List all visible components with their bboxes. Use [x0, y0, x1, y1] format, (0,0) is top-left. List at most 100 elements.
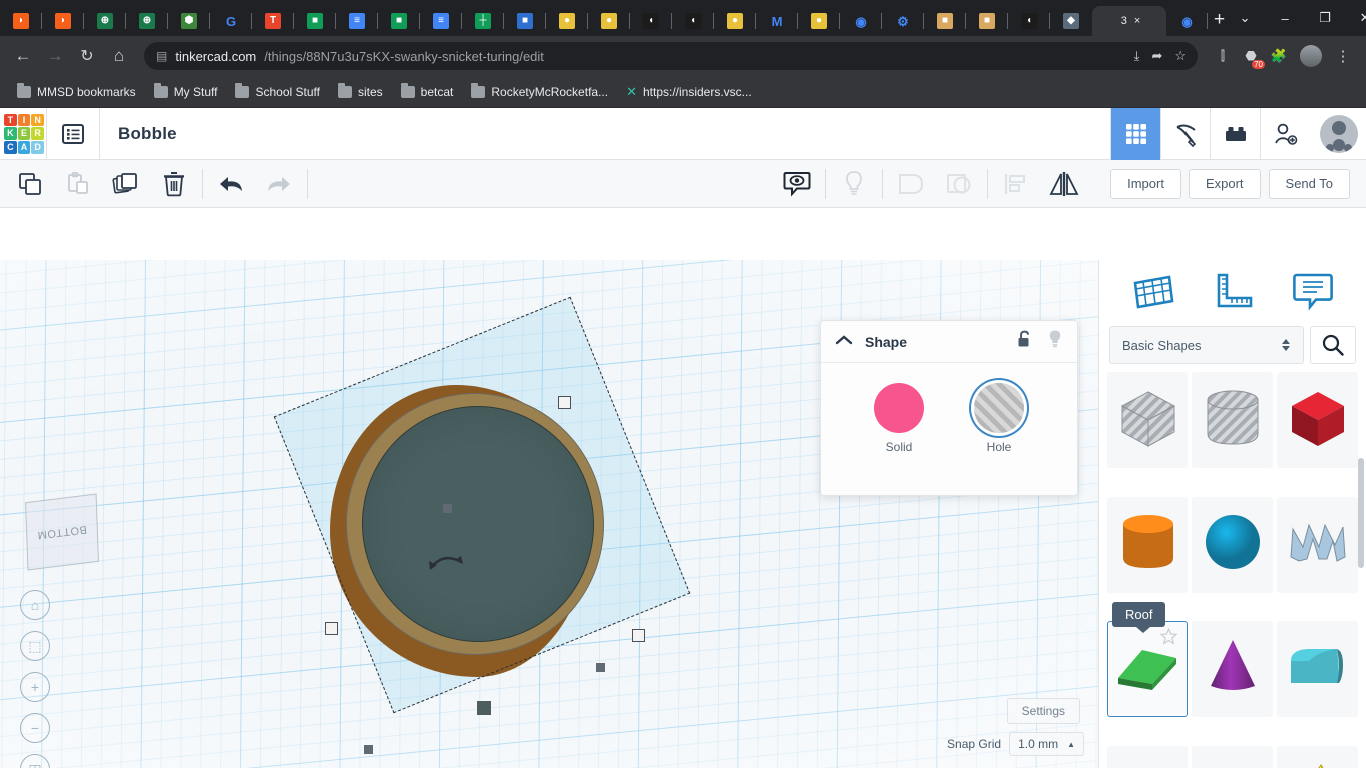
align-button[interactable]: [992, 161, 1040, 207]
browser-tab[interactable]: ◖: [1008, 6, 1050, 36]
back-icon[interactable]: ←: [8, 41, 38, 71]
hole-color-swatch[interactable]: [974, 383, 1024, 433]
mirror-button[interactable]: [1040, 161, 1088, 207]
midpoint-handle-left[interactable]: [364, 745, 373, 754]
forward-icon[interactable]: →: [40, 41, 70, 71]
rotate-handle-icon[interactable]: [425, 550, 473, 580]
shape-item-pyramid[interactable]: [1277, 745, 1358, 768]
browser-tab[interactable]: ≡: [336, 6, 378, 36]
browser-tab[interactable]: G: [210, 6, 252, 36]
show-hide-button[interactable]: [773, 161, 821, 207]
bookmark-item[interactable]: ✕ https://insiders.vsc...: [619, 81, 759, 103]
solid-swatch[interactable]: Solid: [874, 383, 924, 454]
browser-tab[interactable]: ◖: [672, 6, 714, 36]
bookmark-item[interactable]: School Stuff: [228, 82, 327, 102]
paste-button[interactable]: [54, 161, 102, 207]
new-tab-button[interactable]: +: [1214, 6, 1225, 34]
download-icon[interactable]: ⤓: [1134, 48, 1140, 64]
browser-tab-extra[interactable]: ◉: [1166, 6, 1208, 36]
share-icon[interactable]: ➦: [1151, 48, 1162, 64]
resize-handle-right[interactable]: [632, 629, 645, 642]
import-button[interactable]: Import: [1110, 168, 1181, 199]
chevron-up-icon[interactable]: [835, 333, 853, 351]
browser-tab[interactable]: ◖: [630, 6, 672, 36]
minimize-icon[interactable]: –: [1265, 2, 1305, 34]
bookmark-item[interactable]: betcat: [394, 82, 461, 102]
center-height-handle[interactable]: [477, 701, 491, 715]
browser-tab[interactable]: ■: [294, 6, 336, 36]
invite-tab[interactable]: [1260, 107, 1310, 160]
browser-tab[interactable]: ≡: [420, 6, 462, 36]
shape-item-cylinder[interactable]: [1107, 496, 1188, 593]
maximize-icon[interactable]: ❐: [1305, 2, 1345, 34]
shape-item-half-cylinder[interactable]: [1277, 621, 1358, 717]
browser-tab[interactable]: ⊕: [84, 6, 126, 36]
browser-tab[interactable]: ⊕: [126, 6, 168, 36]
bookmark-item[interactable]: RocketyMcRocketfa...: [464, 82, 615, 102]
document-title[interactable]: Bobble: [118, 124, 177, 144]
reload-icon[interactable]: ↻: [72, 41, 102, 71]
list-menu-icon[interactable]: [47, 108, 99, 160]
library-scrollbar[interactable]: [1358, 372, 1364, 768]
lightbulb-icon[interactable]: [1047, 329, 1063, 354]
browser-tab[interactable]: ⚙: [882, 6, 924, 36]
home-icon[interactable]: ⌂: [104, 41, 134, 71]
close-icon[interactable]: ✕: [1345, 2, 1366, 34]
browser-tab[interactable]: ■: [504, 6, 546, 36]
3d-design-tab[interactable]: [1110, 107, 1160, 160]
shape-item-wedge[interactable]: [1192, 745, 1273, 768]
hole-swatch[interactable]: Hole: [974, 383, 1024, 454]
tinkercad-logo[interactable]: TIN KER CAD: [2, 112, 46, 156]
shape-item-box-hole[interactable]: [1107, 372, 1188, 468]
browser-tab[interactable]: ●: [714, 6, 756, 36]
browser-tab[interactable]: ■: [378, 6, 420, 36]
shape-item-cylinder-hole[interactable]: [1192, 372, 1273, 468]
profile-icon[interactable]: [1296, 41, 1326, 71]
workplane-icon[interactable]: [1131, 271, 1175, 316]
shape-item-roof[interactable]: [1107, 621, 1188, 717]
bricks-tab[interactable]: [1210, 107, 1260, 160]
browser-tab[interactable]: ┼: [462, 6, 504, 36]
light-button[interactable]: [830, 161, 878, 207]
group-button[interactable]: [887, 161, 935, 207]
bookmark-item[interactable]: MMSD bookmarks: [10, 82, 143, 102]
resize-handle-left[interactable]: [325, 622, 338, 635]
copy-button[interactable]: [6, 161, 54, 207]
snap-grid-dropdown[interactable]: 1.0 mm ▲: [1009, 732, 1084, 756]
midpoint-handle-right[interactable]: [596, 663, 605, 672]
browser-tab[interactable]: ⬢: [168, 6, 210, 36]
browser-tab[interactable]: M: [756, 6, 798, 36]
bookmark-item[interactable]: sites: [331, 82, 390, 102]
solid-color-swatch[interactable]: [874, 383, 924, 433]
address-bar[interactable]: ▤ tinkercad.com/things/88N7u3u7sKX-swank…: [144, 42, 1198, 70]
bookmark-star-icon[interactable]: ☆: [1174, 48, 1186, 64]
shape-search-button[interactable]: [1310, 326, 1356, 364]
canvas-settings-button[interactable]: Settings: [1006, 698, 1080, 724]
shape-category-select[interactable]: Basic Shapes: [1109, 326, 1304, 364]
shape-item-scribble[interactable]: [1277, 496, 1358, 593]
chrome-menu-icon[interactable]: ⋮: [1328, 41, 1358, 71]
browser-tab[interactable]: ●: [798, 6, 840, 36]
browser-tab[interactable]: ●: [546, 6, 588, 36]
ungroup-button[interactable]: [935, 161, 983, 207]
extension-badge[interactable]: ⬣ 70: [1240, 45, 1265, 69]
shape-item-text[interactable]: [1107, 745, 1188, 768]
browser-tab[interactable]: T: [252, 6, 294, 36]
send-to-button[interactable]: Send To: [1268, 168, 1350, 199]
note-icon[interactable]: [1292, 271, 1334, 316]
duplicate-button[interactable]: [102, 161, 150, 207]
resize-handle-top[interactable]: [558, 396, 571, 409]
undo-button[interactable]: [207, 161, 255, 207]
extensions-icon[interactable]: 🧩: [1264, 41, 1294, 71]
bookmark-item[interactable]: My Stuff: [147, 82, 225, 102]
shape-item-box[interactable]: [1277, 372, 1358, 468]
tab-close-icon[interactable]: ×: [1134, 15, 1140, 27]
user-avatar[interactable]: [1320, 114, 1358, 153]
browser-tab[interactable]: ◆: [1050, 6, 1092, 36]
export-button[interactable]: Export: [1188, 168, 1261, 199]
browser-tab[interactable]: ■: [924, 6, 966, 36]
browser-tab[interactable]: ■: [966, 6, 1008, 36]
tab-list-icon[interactable]: ⌄: [1225, 2, 1265, 34]
shape-item-cone[interactable]: [1192, 621, 1273, 717]
blocks-tab[interactable]: [1160, 107, 1210, 160]
